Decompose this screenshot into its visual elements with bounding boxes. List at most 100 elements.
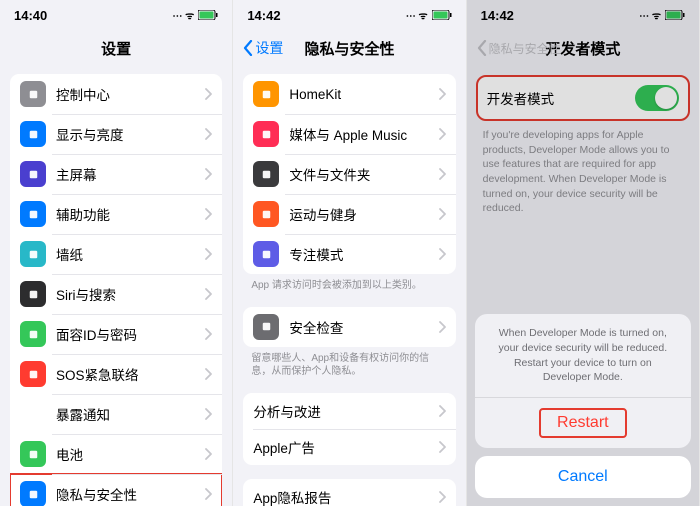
row-label: 运动与健身 (289, 204, 437, 224)
row-label: 媒体与 Apple Music (289, 124, 437, 144)
chevron-right-icon (204, 448, 212, 460)
row-icon (20, 441, 46, 467)
row-icon (20, 361, 46, 387)
row-label: 显示与亮度 (56, 124, 204, 144)
status-time: 14:40 (14, 8, 47, 23)
status-time: 14:42 (247, 8, 280, 23)
chevron-right-icon (438, 88, 446, 100)
chevron-right-icon (438, 321, 446, 333)
settings-row[interactable]: SOS紧急联络 (10, 354, 222, 394)
action-sheet: When Developer Mode is turned on, your d… (475, 314, 691, 498)
row-icon (253, 121, 279, 147)
page-title: 隐私与安全性 (304, 38, 394, 59)
row-label: SOS紧急联络 (56, 364, 204, 384)
settings-row[interactable]: Siri与搜索 (10, 274, 222, 314)
developer-mode-screen: 14:42 ⋯ ᯤ 隐私与安全性 开发者模式 开发者模式 If you're d… (467, 0, 700, 506)
chevron-right-icon (204, 328, 212, 340)
settings-row[interactable]: 媒体与 Apple Music (243, 114, 455, 154)
navbar: 设置 隐私与安全性 (233, 30, 465, 66)
settings-screen: 14:40 ⋯ ᯤ 设置 控制中心显示与亮度主屏幕辅助功能墙纸 Siri与搜索面容… (0, 0, 233, 506)
settings-row[interactable]: 电池 (10, 434, 222, 474)
back-button[interactable]: 设置 (243, 38, 283, 58)
sheet-message: When Developer Mode is turned on, your d… (475, 314, 691, 397)
row-icon (253, 161, 279, 187)
chevron-right-icon (204, 168, 212, 180)
settings-row[interactable]: 面容ID与密码 (10, 314, 222, 354)
cancel-button[interactable]: Cancel (475, 456, 691, 498)
settings-row[interactable]: 安全检查 (243, 307, 455, 347)
row-icon (20, 121, 46, 147)
chevron-right-icon (438, 128, 446, 140)
chevron-right-icon (438, 441, 446, 453)
chevron-right-icon (204, 288, 212, 300)
settings-row[interactable]: 暴露通知 (10, 394, 222, 434)
chevron-right-icon (204, 88, 212, 100)
row-label: 专注模式 (289, 244, 437, 264)
settings-row[interactable]: 隐私与安全性 (10, 474, 222, 506)
row-icon (20, 81, 46, 107)
chevron-right-icon (204, 208, 212, 220)
settings-row[interactable]: 运动与健身 (243, 194, 455, 234)
row-label: Siri与搜索 (56, 284, 204, 304)
chevron-right-icon (438, 491, 446, 503)
settings-row[interactable]: 控制中心 (10, 74, 222, 114)
row-label: HomeKit (289, 87, 437, 102)
battery-icon (198, 10, 218, 20)
chevron-right-icon (204, 408, 212, 420)
settings-row[interactable]: 文件与文件夹 (243, 154, 455, 194)
row-label: App隐私报告 (253, 487, 437, 506)
settings-row[interactable]: 专注模式 (243, 234, 455, 274)
row-label: 文件与文件夹 (289, 164, 437, 184)
chevron-right-icon (438, 248, 446, 260)
row-icon (253, 241, 279, 267)
settings-row[interactable]: App隐私报告 (243, 479, 455, 506)
group-hint: 留意哪些人、App和设备有权访问你的信息，从而保护个人隐私。 (233, 347, 465, 379)
row-label: Apple广告 (253, 437, 437, 457)
row-label: 墙纸 (56, 244, 204, 264)
row-icon (20, 481, 46, 506)
row-icon (253, 314, 279, 340)
row-label: 分析与改进 (253, 401, 437, 421)
row-label: 隐私与安全性 (56, 484, 204, 504)
chevron-right-icon (438, 208, 446, 220)
row-label: 主屏幕 (56, 164, 204, 184)
row-icon (20, 161, 46, 187)
row-label: 安全检查 (289, 317, 437, 337)
row-icon (20, 401, 46, 427)
row-label: 暴露通知 (56, 404, 204, 424)
settings-row[interactable]: 辅助功能 (10, 194, 222, 234)
chevron-left-icon (243, 40, 253, 56)
row-label: 面容ID与密码 (56, 324, 204, 344)
row-label: 辅助功能 (56, 204, 204, 224)
privacy-screen: 14:42 ⋯ ᯤ 设置 隐私与安全性 HomeKit 媒体与 Apple Mus… (233, 0, 466, 506)
row-icon (253, 201, 279, 227)
settings-row[interactable]: Apple广告 (243, 429, 455, 465)
settings-row[interactable]: 显示与亮度 (10, 114, 222, 154)
restart-button[interactable]: Restart (475, 397, 691, 448)
row-label: 控制中心 (56, 84, 204, 104)
group-hint: App 请求访问时会被添加到以上类别。 (233, 274, 465, 293)
status-indicators: ⋯ ᯤ (172, 8, 218, 22)
chevron-right-icon (204, 368, 212, 380)
battery-icon (432, 10, 452, 20)
chevron-right-icon (204, 248, 212, 260)
chevron-right-icon (204, 128, 212, 140)
chevron-right-icon (438, 168, 446, 180)
settings-row[interactable]: 分析与改进 (243, 393, 455, 429)
status-indicators: ⋯ ᯤ (406, 8, 452, 22)
navbar: 设置 (0, 30, 232, 66)
row-icon (20, 201, 46, 227)
row-icon (253, 81, 279, 107)
page-title: 设置 (101, 38, 131, 59)
row-icon (20, 321, 46, 347)
status-bar: 14:40 ⋯ ᯤ (0, 0, 232, 30)
row-label: 电池 (56, 444, 204, 464)
row-icon (20, 241, 46, 267)
settings-row[interactable]: HomeKit (243, 74, 455, 114)
row-icon (20, 281, 46, 307)
chevron-right-icon (438, 405, 446, 417)
settings-row[interactable]: 主屏幕 (10, 154, 222, 194)
status-bar: 14:42 ⋯ ᯤ (233, 0, 465, 30)
settings-row[interactable]: 墙纸 (10, 234, 222, 274)
chevron-right-icon (204, 488, 212, 500)
